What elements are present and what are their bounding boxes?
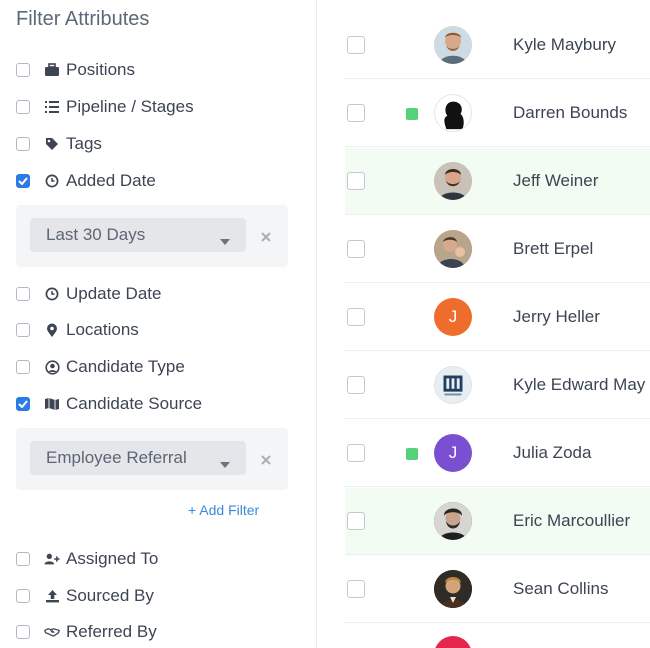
candidate-name[interactable]: Brett Erpel: [513, 239, 593, 259]
candidate-name[interactable]: Eric Marcoullier: [513, 511, 630, 531]
checkbox[interactable]: [16, 100, 30, 114]
filter-label: Referred By: [66, 622, 157, 641]
row-checkbox[interactable]: [347, 36, 365, 54]
candidate-row[interactable]: J Julia Zoda: [345, 420, 650, 487]
filter-tags[interactable]: Tags: [16, 132, 306, 156]
candidate-name[interactable]: Jeff Weiner: [513, 171, 598, 191]
row-checkbox[interactable]: [347, 376, 365, 394]
candidate-name[interactable]: Kyle Maybury: [513, 35, 616, 55]
candidate-source-filter-box: Employee Referral: [16, 428, 288, 490]
filter-label: Sourced By: [66, 586, 154, 605]
avatar-initial: J: [434, 298, 472, 336]
filter-attributes-title: Filter Attributes: [16, 8, 150, 30]
avatar: [434, 636, 472, 648]
filter-pipeline-stages[interactable]: Pipeline / Stages: [16, 95, 306, 119]
status-indicator: [406, 448, 418, 460]
filter-added-date[interactable]: Added Date: [16, 169, 306, 193]
candidate-name[interactable]: Sean Collins: [513, 579, 608, 599]
list-icon: [44, 99, 60, 115]
filter-label: Positions: [66, 60, 135, 79]
filter-sourced-by[interactable]: Sourced By: [16, 584, 306, 608]
clock-icon: [44, 173, 60, 189]
row-checkbox[interactable]: [347, 580, 365, 598]
checkbox[interactable]: [16, 589, 30, 603]
filter-sidebar: Filter Attributes Positions Pipeline / S…: [0, 0, 316, 648]
filter-label: Pipeline / Stages: [66, 97, 194, 116]
candidate-row[interactable]: Brett Erpel: [345, 216, 650, 283]
row-checkbox[interactable]: [347, 104, 365, 122]
avatar: [434, 94, 472, 132]
candidate-row[interactable]: Kyle Edward May: [345, 352, 650, 419]
filter-locations[interactable]: Locations: [16, 318, 306, 342]
filter-label: Tags: [66, 134, 102, 153]
filter-update-date[interactable]: Update Date: [16, 282, 306, 306]
user-plus-icon: [44, 551, 60, 567]
added-date-filter-box: Last 30 Days: [16, 205, 288, 267]
filter-positions[interactable]: Positions: [16, 58, 306, 82]
filter-label: Assigned To: [66, 549, 159, 568]
caret-down-icon: [220, 455, 230, 473]
filter-label: Update Date: [66, 284, 162, 303]
row-checkbox[interactable]: [347, 172, 365, 190]
candidate-row[interactable]: Jeff Weiner: [345, 148, 650, 215]
select-value: Last 30 Days: [46, 225, 146, 244]
handshake-icon: [44, 624, 60, 640]
checkbox[interactable]: [16, 360, 30, 374]
filter-assigned-to[interactable]: Assigned To: [16, 547, 306, 571]
candidate-row[interactable]: Darren Bounds: [345, 80, 650, 147]
filter-candidate-type[interactable]: Candidate Type: [16, 355, 306, 379]
avatar: [434, 162, 472, 200]
checkbox[interactable]: [16, 397, 30, 411]
checkbox[interactable]: [16, 287, 30, 301]
candidate-source-select[interactable]: Employee Referral: [30, 441, 246, 475]
avatar: [434, 502, 472, 540]
avatar: [434, 570, 472, 608]
avatar: [434, 366, 472, 404]
tag-icon: [44, 136, 60, 152]
filter-candidate-source[interactable]: Candidate Source: [16, 392, 306, 416]
candidate-name[interactable]: Darren Bounds: [513, 103, 627, 123]
remove-filter-icon[interactable]: [261, 229, 271, 247]
checkbox[interactable]: [16, 137, 30, 151]
clock-icon: [44, 286, 60, 302]
filter-label: Locations: [66, 320, 139, 339]
avatar-initial: J: [434, 434, 472, 472]
row-checkbox[interactable]: [347, 444, 365, 462]
checkbox[interactable]: [16, 552, 30, 566]
candidate-name[interactable]: Kyle Edward May: [513, 375, 645, 395]
filter-label: Candidate Source: [66, 394, 203, 413]
filter-label: Candidate Type: [66, 357, 185, 376]
candidate-list: Kyle Maybury Darren Bounds Jeff Weiner B…: [316, 0, 650, 648]
remove-filter-icon[interactable]: [261, 452, 271, 470]
status-indicator: [406, 108, 418, 120]
candidate-name[interactable]: Jerry Heller: [513, 307, 600, 327]
avatar: [434, 26, 472, 64]
avatar: [434, 230, 472, 268]
candidate-row[interactable]: J Jerry Heller: [345, 284, 650, 351]
candidate-name[interactable]: Julia Zoda: [513, 443, 591, 463]
user-circle-icon: [44, 359, 60, 375]
checkbox[interactable]: [16, 323, 30, 337]
caret-down-icon: [220, 232, 230, 250]
add-filter-link[interactable]: + Add Filter: [188, 502, 259, 518]
row-checkbox[interactable]: [347, 512, 365, 530]
checkbox[interactable]: [16, 63, 30, 77]
map-icon: [44, 396, 60, 412]
added-date-select[interactable]: Last 30 Days: [30, 218, 246, 252]
row-checkbox[interactable]: [347, 240, 365, 258]
upload-icon: [44, 588, 60, 604]
select-value: Employee Referral: [46, 448, 187, 467]
map-pin-icon: [44, 322, 60, 338]
checkbox[interactable]: [16, 174, 30, 188]
row-checkbox[interactable]: [347, 308, 365, 326]
candidate-row[interactable]: Sean Collins: [345, 556, 650, 623]
filter-label: Added Date: [66, 171, 156, 190]
candidate-row[interactable]: Eric Marcoullier: [345, 488, 650, 555]
candidate-row[interactable]: Kyle Maybury: [345, 12, 650, 79]
briefcase-icon: [44, 62, 60, 78]
filter-referred-by[interactable]: Referred By: [16, 620, 306, 644]
checkbox[interactable]: [16, 625, 30, 639]
